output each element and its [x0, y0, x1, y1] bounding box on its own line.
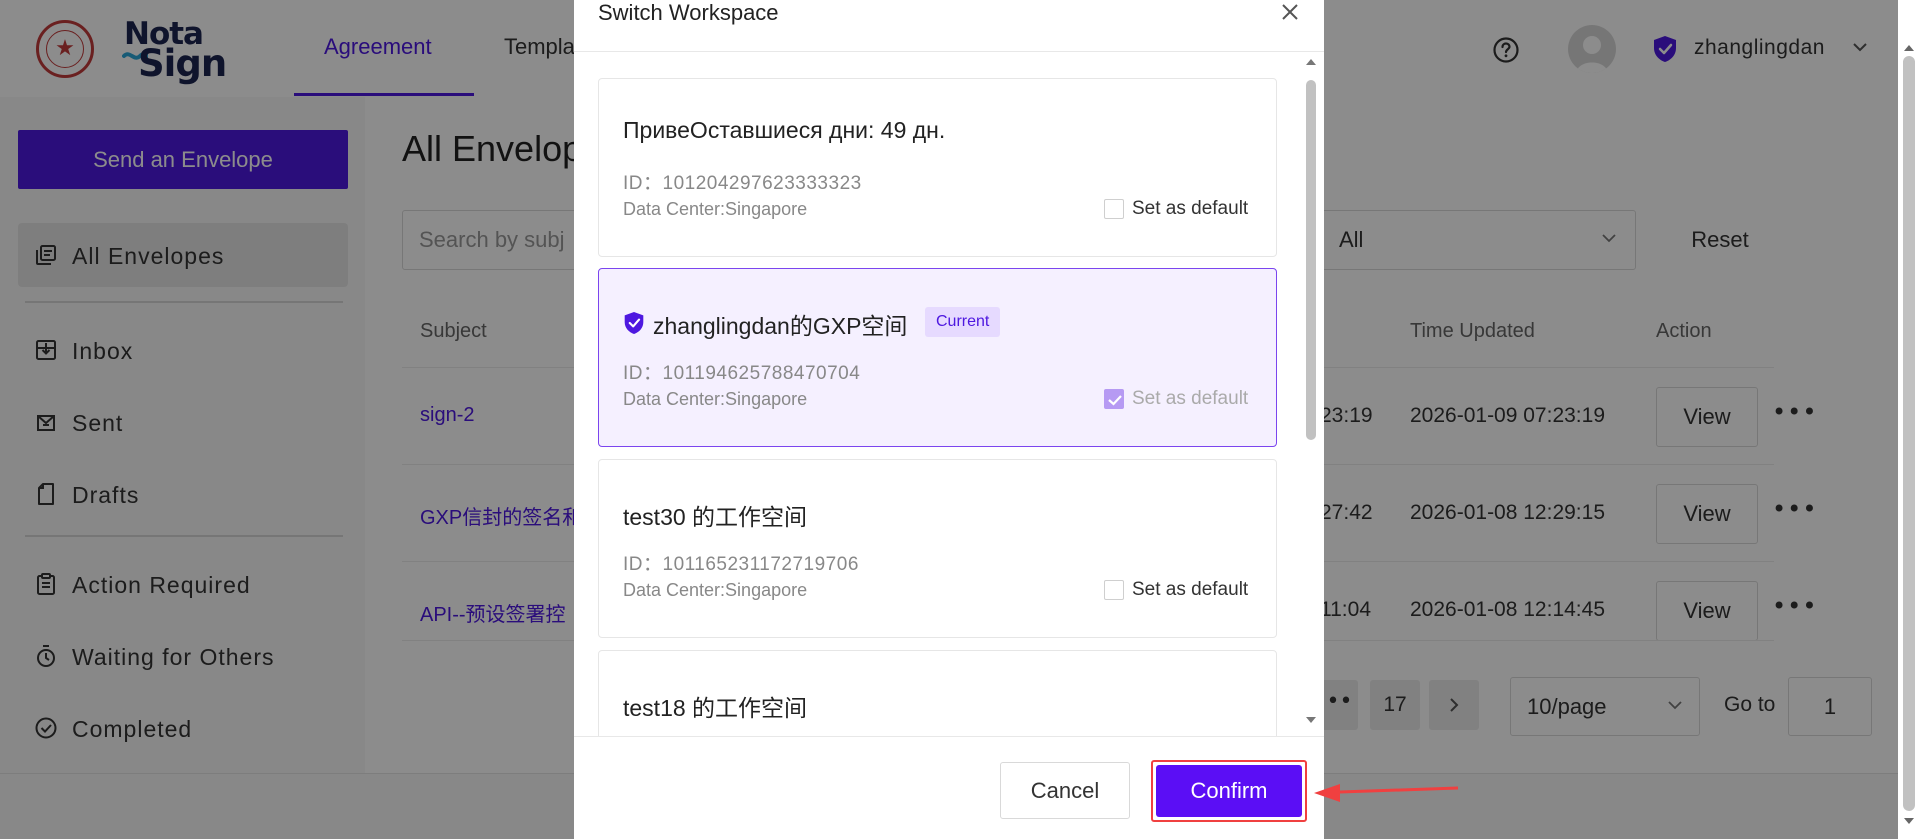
set-default-label: Set as default: [1132, 198, 1249, 219]
workspace-id: ID：101194625788470704: [623, 363, 861, 384]
checkbox-unchecked[interactable]: [1104, 580, 1124, 600]
set-default-checkbox[interactable]: Set as default: [1104, 197, 1252, 221]
modal-scrollbar-thumb[interactable]: [1306, 80, 1316, 440]
shield-icon: [624, 312, 644, 334]
set-default-label: Set as default: [1132, 579, 1249, 600]
workspace-card-current[interactable]: zhanglingdan的GXP空间 Current ID：1011946257…: [598, 268, 1277, 447]
confirm-highlight-box: Confirm: [1151, 760, 1307, 822]
confirm-button[interactable]: Confirm: [1156, 765, 1302, 817]
checkbox-checked: [1104, 389, 1124, 409]
workspace-data-center: Data Center:Singapore: [623, 580, 808, 600]
set-default-label: Set as default: [1132, 388, 1249, 409]
workspace-id: ID：101165231172719706: [623, 554, 859, 575]
check-icon: [1108, 395, 1122, 406]
workspace-card[interactable]: test30 的工作空间 ID：101165231172719706 Data …: [598, 459, 1277, 638]
scroll-down-arrow-icon[interactable]: [1903, 817, 1915, 825]
modal-title: Switch Workspace: [598, 0, 779, 25]
page-scrollbar-thumb[interactable]: [1903, 56, 1915, 811]
workspace-list: ПривеОставшиеся дни: 49 дн. ID：101204297…: [574, 52, 1324, 736]
checkbox-unchecked[interactable]: [1104, 199, 1124, 219]
modal-scrollbar[interactable]: [1302, 52, 1320, 736]
annotation-arrow-icon: [1314, 784, 1459, 802]
workspace-data-center: Data Center:Singapore: [623, 199, 808, 219]
workspace-card[interactable]: test18 的工作空间: [598, 650, 1277, 736]
set-default-checkbox: Set as default: [1104, 387, 1252, 411]
cancel-button[interactable]: Cancel: [1000, 762, 1130, 819]
workspace-name: test18 的工作空间: [623, 695, 808, 721]
workspace-name: zhanglingdan的GXP空间: [653, 313, 908, 339]
switch-workspace-modal: Switch Workspace ПривеОставшиеся дни: 49…: [574, 0, 1324, 839]
workspace-card[interactable]: ПривеОставшиеся дни: 49 дн. ID：101204297…: [598, 78, 1277, 257]
workspace-id: ID：101204297623333323: [623, 173, 862, 194]
modal-footer-divider: [574, 736, 1324, 737]
close-icon[interactable]: [1280, 2, 1300, 22]
scroll-up-arrow-icon[interactable]: [1305, 58, 1317, 66]
workspace-data-center: Data Center:Singapore: [623, 389, 808, 409]
set-default-checkbox[interactable]: Set as default: [1104, 578, 1252, 602]
workspace-name: ПривеОставшиеся дни: 49 дн.: [623, 117, 946, 143]
scroll-up-arrow-icon[interactable]: [1903, 44, 1915, 52]
workspace-name: test30 的工作空间: [623, 504, 808, 530]
scroll-down-arrow-icon[interactable]: [1305, 716, 1317, 724]
page-scrollbar[interactable]: [1898, 0, 1920, 839]
current-badge: Current: [925, 307, 1001, 337]
